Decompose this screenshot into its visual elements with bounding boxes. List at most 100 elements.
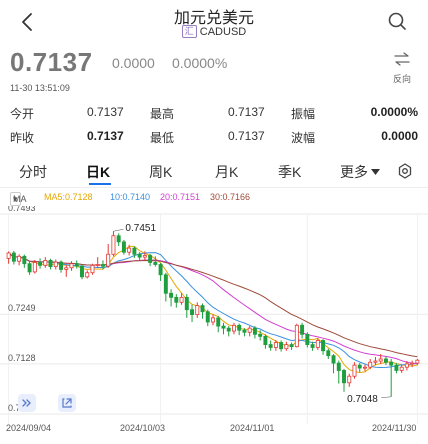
candle-body [242,329,247,333]
candle-body [85,272,90,278]
candle-body [305,333,310,345]
candle-body [205,311,210,323]
reverse-pair-button[interactable]: 反向 [390,52,414,85]
y-tick-label: 0.7493 [8,206,36,213]
x-tick-label: 2024/10/03 [120,423,165,433]
candle-body [226,327,231,332]
candle-body [27,263,32,273]
stat-value: 0.7137 [87,129,124,143]
collapse-button[interactable] [18,394,36,412]
forex-badge: 汇 [181,25,197,38]
stat-value: 0.7137 [87,105,124,119]
indicator-select-label: MA [13,194,27,204]
candle-body [179,296,184,303]
candle-body [116,235,121,243]
indicator-select[interactable]: MA ▾ [10,192,27,206]
candle-body [389,361,394,366]
stat-label: 振幅 [291,107,316,121]
candle-body [80,265,84,278]
fullscreen-button[interactable] [58,394,76,412]
y-tick-label: 0.7128 [8,353,36,363]
stat-label: 今开 [10,107,35,121]
low-annotation: 0.7048 [347,394,378,405]
candle-body [59,261,63,270]
search-button[interactable] [386,10,408,32]
kline-chart[interactable]: 0.74930.72490.71280.70062024/09/042024/1… [0,203,428,444]
high-marker-line [113,228,124,232]
stats-row: 昨收 0.7137 最低 0.7137 波幅 0.0000 [10,125,418,149]
swap-arrows-icon [394,52,410,66]
candle-body [415,359,420,364]
candle-body [237,324,242,331]
stats-grid: 今开 0.7137 最高 0.7137 振幅 0.0000% 昨收 0.7137… [10,101,418,149]
candle-body [121,241,126,253]
candle-body [153,262,158,265]
tab-daily-k[interactable]: 日K [86,162,110,182]
candle-body [190,309,195,316]
candle-body [410,362,415,365]
stat-value: 0.7137 [228,105,265,119]
tab-monthly-k[interactable]: 月K [215,162,238,182]
expand-icon [62,398,72,408]
y-tick-label: 0.7249 [8,303,36,313]
candle-body [383,358,388,363]
stat-value: 0.7137 [228,129,265,143]
candle-body [368,361,373,368]
settings-button[interactable] [397,163,413,182]
candle-body [221,325,226,329]
candle-body [200,305,205,313]
candle-body [357,364,362,369]
candle-body [32,262,37,273]
candle-body [258,333,263,337]
period-tabs: 分时 日K 周K 月K 季K 更多 [0,160,428,186]
x-tick-label: 2024/11/30 [372,423,416,433]
candle-body [163,274,168,294]
tab-quarterly-k[interactable]: 季K [278,162,301,182]
candle-body [43,260,48,266]
candle-body [231,324,236,332]
price-change: 0.0000 [112,55,155,71]
candle-body [127,247,132,253]
stat-value: 0.0000% [370,105,418,119]
high-annotation: 0.7451 [125,223,156,234]
candle-body [132,247,137,255]
tab-more[interactable]: 更多 [340,162,380,182]
candle-body [279,342,284,350]
candle-body [294,324,299,348]
active-tab-indicator [89,183,111,185]
candle-body [95,264,100,266]
tab-weekly-k[interactable]: 周K [149,162,172,182]
candle-body [352,364,357,377]
stats-row: 今开 0.7137 最高 0.7137 振幅 0.0000% [10,101,418,125]
candle-body [106,253,111,267]
candle-body [342,370,346,384]
candle-body [169,292,174,298]
candle-body [326,350,331,357]
candle-body [38,262,43,266]
candle-body [69,263,74,269]
candle-body [174,296,179,303]
candle-body [22,255,27,265]
symbol-code: CADUSD [199,26,247,38]
candle-body [48,260,53,267]
candle-body [195,305,200,316]
candle-body [336,362,341,371]
candle-body [252,327,257,335]
candle-body [273,342,278,348]
tab-intraday[interactable]: 分时 [19,162,47,182]
candle-body [373,360,378,363]
double-chevron-icon [22,399,31,407]
candle-body [399,366,404,371]
candle-body [6,252,11,259]
ma30-line [8,252,418,358]
candle-body [100,264,105,267]
candle-body [263,335,268,345]
gear-icon [398,163,412,179]
ma20-line [8,252,418,365]
stat-value: 0.0000 [381,129,418,143]
candle-body [90,264,95,274]
tab-more-label: 更多 [340,164,368,180]
top-bar: 加元兑美元 汇 CADUSD [0,0,428,44]
candle-body [321,340,326,352]
x-tick-label: 2024/11/01 [230,423,274,433]
